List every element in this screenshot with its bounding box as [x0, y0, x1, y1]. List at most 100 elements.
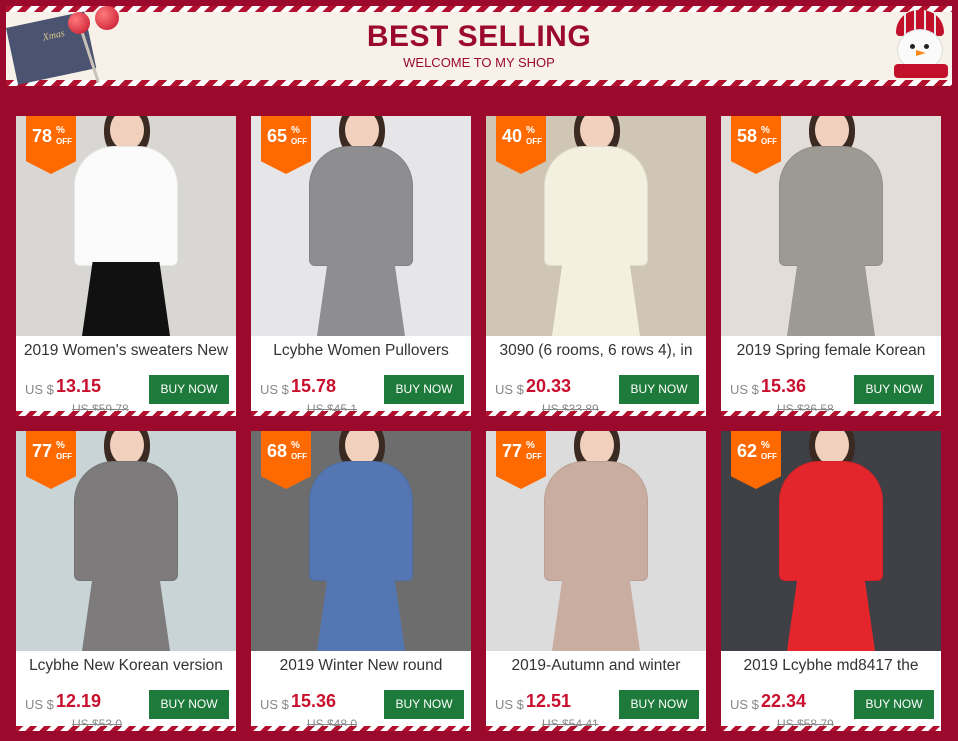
discount-value: 40: [502, 126, 523, 146]
product-price: 12.51: [526, 691, 572, 711]
garment-bottom: [82, 577, 170, 651]
discount-value: 58: [737, 126, 758, 146]
discount-value: 68: [267, 441, 288, 461]
discount-off-label: OFF: [761, 452, 777, 461]
banner-title: BEST SELLING: [366, 20, 592, 53]
garment-top: [779, 461, 883, 581]
price-currency: US $: [25, 382, 54, 397]
card-candy-stripe: [251, 411, 471, 416]
garment-bottom: [552, 577, 640, 651]
price-currency: US $: [730, 382, 759, 397]
card-candy-stripe: [16, 411, 236, 416]
product-title[interactable]: 2019 Spring female Korean: [721, 342, 941, 360]
garment-top: [309, 146, 413, 266]
garment-bottom: [552, 262, 640, 336]
product-photo[interactable]: 40% OFF: [486, 116, 706, 336]
discount-value: 77: [32, 441, 53, 461]
discount-percent-sign: %: [291, 125, 300, 136]
garment-top: [544, 146, 648, 266]
product-price: 12.19: [56, 691, 102, 711]
price-currency: US $: [495, 382, 524, 397]
product-card[interactable]: 77% OFF Lcybhe New Korean version US $12.19…: [16, 431, 236, 731]
card-candy-stripe: [486, 726, 706, 731]
product-card[interactable]: 78% OFF 2019 Women's sweaters New US $13.15…: [16, 116, 236, 416]
product-title[interactable]: 2019-Autumn and winter: [486, 657, 706, 675]
garment-bottom: [317, 577, 405, 651]
buy-now-button[interactable]: BUY NOW: [384, 375, 464, 404]
best-selling-banner: Xmas BEST SELLING WELCOME TO MY SHOP: [0, 0, 958, 90]
discount-percent-sign: %: [56, 440, 65, 451]
garment-bottom: [787, 577, 875, 651]
card-candy-stripe: [721, 411, 941, 416]
card-candy-stripe: [486, 411, 706, 416]
product-price: 15.36: [761, 376, 807, 396]
garment-bottom: [317, 262, 405, 336]
discount-off-label: OFF: [56, 452, 72, 461]
banner-stripe-bottom: [6, 80, 952, 86]
discount-off-label: OFF: [291, 137, 307, 146]
buy-now-button[interactable]: BUY NOW: [619, 375, 699, 404]
discount-percent-sign: %: [56, 125, 65, 136]
discount-off-label: OFF: [526, 452, 542, 461]
product-price: 22.34: [761, 691, 807, 711]
discount-off-label: OFF: [291, 452, 307, 461]
garment-top: [74, 461, 178, 581]
product-card[interactable]: 77% OFF 2019-Autumn and winter US $12.51 US …: [486, 431, 706, 731]
buy-now-button[interactable]: BUY NOW: [619, 690, 699, 719]
card-candy-stripe: [721, 726, 941, 731]
discount-value: 65: [267, 126, 288, 146]
product-photo[interactable]: 78% OFF: [16, 116, 236, 336]
product-title[interactable]: 2019 Winter New round: [251, 657, 471, 675]
product-title[interactable]: Lcybhe New Korean version: [16, 657, 236, 675]
product-title[interactable]: 3090 (6 rooms, 6 rows 4), in: [486, 342, 706, 360]
garment-top: [779, 146, 883, 266]
buy-now-button[interactable]: BUY NOW: [854, 690, 934, 719]
product-photo[interactable]: 77% OFF: [16, 431, 236, 651]
product-photo[interactable]: 77% OFF: [486, 431, 706, 651]
buy-now-button[interactable]: BUY NOW: [149, 690, 229, 719]
product-card[interactable]: 65% OFF Lcybhe Women Pullovers US $15.78 US …: [251, 116, 471, 416]
product-card[interactable]: 62% OFF 2019 Lcybhe md8417 the US $22.34 US …: [721, 431, 941, 731]
garment-bottom: [82, 262, 170, 336]
discount-percent-sign: %: [291, 440, 300, 451]
discount-off-label: OFF: [526, 137, 542, 146]
product-photo[interactable]: 68% OFF: [251, 431, 471, 651]
garment-top: [544, 461, 648, 581]
banner-stripe-top: [6, 6, 952, 12]
product-photo[interactable]: 62% OFF: [721, 431, 941, 651]
product-photo[interactable]: 58% OFF: [721, 116, 941, 336]
discount-off-label: OFF: [56, 137, 72, 146]
discount-percent-sign: %: [761, 125, 770, 136]
product-price: 20.33: [526, 376, 572, 396]
discount-percent-sign: %: [526, 125, 535, 136]
discount-percent-sign: %: [526, 440, 535, 451]
discount-value: 62: [737, 441, 758, 461]
buy-now-button[interactable]: BUY NOW: [384, 690, 464, 719]
product-price: 13.15: [56, 376, 102, 396]
price-currency: US $: [730, 697, 759, 712]
price-currency: US $: [495, 697, 524, 712]
discount-value: 78: [32, 126, 53, 146]
product-card[interactable]: 40% OFF 3090 (6 rooms, 6 rows 4), in US $20…: [486, 116, 706, 416]
banner-subtitle: WELCOME TO MY SHOP: [403, 55, 555, 70]
product-card[interactable]: 58% OFF 2019 Spring female Korean US $15.36…: [721, 116, 941, 416]
product-title[interactable]: 2019 Lcybhe md8417 the: [721, 657, 941, 675]
price-currency: US $: [260, 382, 289, 397]
garment-top: [74, 146, 178, 266]
discount-percent-sign: %: [761, 440, 770, 451]
garment-top: [309, 461, 413, 581]
product-photo[interactable]: 65% OFF: [251, 116, 471, 336]
buy-now-button[interactable]: BUY NOW: [149, 375, 229, 404]
discount-off-label: OFF: [761, 137, 777, 146]
price-currency: US $: [260, 697, 289, 712]
price-currency: US $: [25, 697, 54, 712]
product-card[interactable]: 68% OFF 2019 Winter New round US $15.36 US $…: [251, 431, 471, 731]
buy-now-button[interactable]: BUY NOW: [854, 375, 934, 404]
product-title[interactable]: 2019 Women's sweaters New: [16, 342, 236, 360]
card-candy-stripe: [16, 726, 236, 731]
product-price: 15.36: [291, 691, 337, 711]
discount-value: 77: [502, 441, 523, 461]
garment-bottom: [787, 262, 875, 336]
product-price: 15.78: [291, 376, 337, 396]
product-title[interactable]: Lcybhe Women Pullovers: [251, 342, 471, 360]
